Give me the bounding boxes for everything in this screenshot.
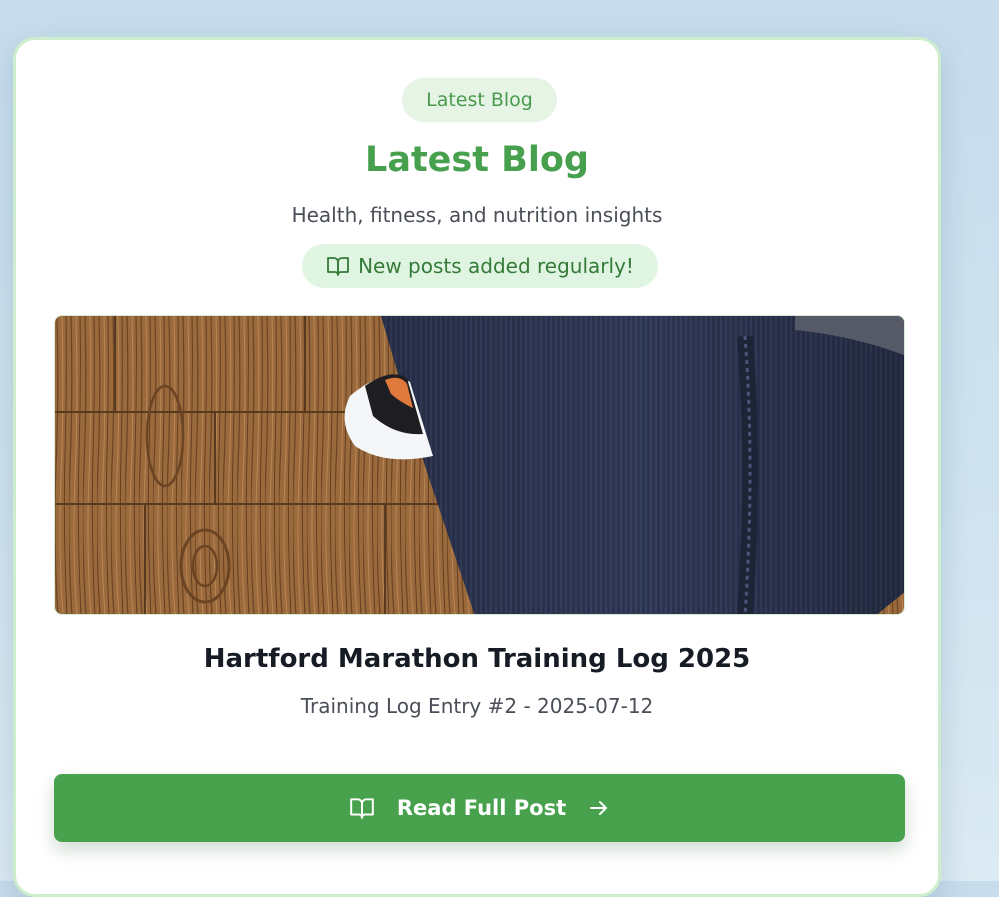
read-full-post-button[interactable]: Read Full Post (54, 774, 905, 842)
section-title: Latest Blog (365, 140, 589, 180)
arrow-right-icon (588, 797, 610, 819)
new-posts-note: New posts added regularly! (302, 244, 658, 288)
post-title[interactable]: Hartford Marathon Training Log 2025 (16, 641, 938, 677)
section-subtitle: Health, fitness, and nutrition insights (291, 203, 663, 227)
section-badge: Latest Blog (402, 78, 557, 122)
post-meta: Training Log Entry #2 - 2025-07-12 (300, 694, 654, 718)
book-open-icon (349, 796, 375, 820)
blog-post-image[interactable] (54, 315, 905, 615)
read-full-post-label: Read Full Post (396, 796, 567, 820)
new-posts-note-text: New posts added regularly! (358, 254, 634, 278)
book-open-icon (326, 255, 350, 277)
latest-blog-card: Latest Blog Latest Blog Health, fitness,… (13, 37, 941, 897)
